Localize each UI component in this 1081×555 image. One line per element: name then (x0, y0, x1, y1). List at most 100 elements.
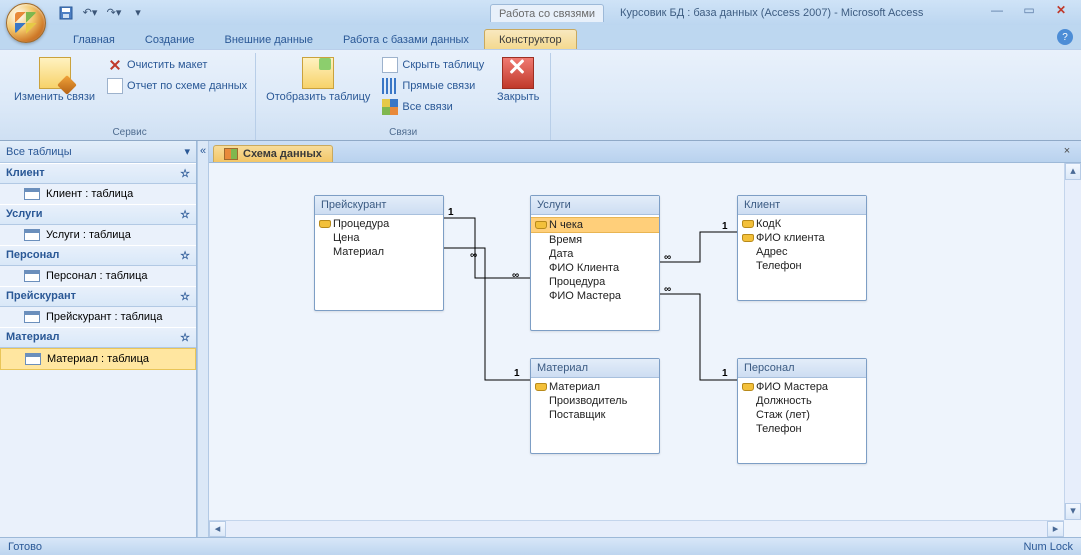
help-button[interactable]: ? (1057, 29, 1073, 45)
table-header[interactable]: Клиент (738, 196, 866, 215)
field[interactable]: Должность (738, 394, 866, 408)
svg-text:∞: ∞ (664, 252, 671, 263)
show-table-button[interactable]: Отобразить таблицу (262, 55, 374, 117)
direct-relationships-button[interactable]: Прямые связи (380, 76, 486, 96)
navigation-pane: Все таблицы ▾ Клиент☆Клиент : таблицаУсл… (0, 141, 197, 537)
nav-item[interactable]: Клиент : таблица (0, 184, 196, 204)
title-bar: ↶▾ ↷▾ ▾ Работа со связями Курсовик БД : … (0, 0, 1081, 25)
table-personal[interactable]: Персонал ФИО МастераДолжностьСтаж (лет)Те… (737, 358, 867, 464)
field[interactable]: Цена (315, 231, 443, 245)
qat-redo-icon[interactable]: ↷▾ (103, 2, 125, 24)
nav-group-header[interactable]: Персонал☆ (0, 245, 196, 266)
group-label-tools: Сервис (10, 126, 249, 140)
field[interactable]: Телефон (738, 422, 866, 436)
document-area: Схема данных × 1∞∞1∞1∞1 ПрейскурантПроце… (209, 141, 1081, 537)
close-icon (502, 57, 534, 89)
window-close-button[interactable]: ✕ (1047, 2, 1075, 18)
tab-external-data[interactable]: Внешние данные (210, 29, 328, 49)
nav-item[interactable]: Услуги : таблица (0, 225, 196, 245)
nav-collapse-button[interactable]: « (197, 141, 209, 537)
nav-item[interactable]: Персонал : таблица (0, 266, 196, 286)
field[interactable]: КодК (738, 217, 866, 231)
tab-home[interactable]: Главная (58, 29, 130, 49)
scroll-up-button[interactable]: ▴ (1065, 163, 1081, 180)
contextual-tab-label: Работа со связями (490, 4, 604, 22)
clear-layout-label: Очистить макет (127, 59, 207, 71)
field[interactable]: Время (531, 233, 659, 247)
clear-layout-button[interactable]: Очистить макет (105, 55, 249, 75)
field[interactable]: ФИО Клиента (531, 261, 659, 275)
status-left: Готово (8, 541, 42, 553)
all-relationships-button[interactable]: Все связи (380, 97, 486, 117)
field[interactable]: Адрес (738, 245, 866, 259)
show-table-label: Отобразить таблицу (266, 91, 370, 103)
relationship-report-label: Отчет по схеме данных (127, 80, 247, 92)
table-uslugi[interactable]: Услуги N чекаВремяДатаФИО КлиентаПроцедур… (530, 195, 660, 331)
document-tab[interactable]: Схема данных (213, 145, 333, 162)
svg-text:1: 1 (722, 368, 728, 379)
svg-text:∞: ∞ (664, 284, 671, 295)
table-header[interactable]: Услуги (531, 196, 659, 215)
document-tab-label: Схема данных (243, 148, 322, 160)
relationships-canvas[interactable]: 1∞∞1∞1∞1 ПрейскурантПроцедураЦенаМатериа… (209, 163, 1081, 537)
table-header[interactable]: Прейскурант (315, 196, 443, 215)
table-header[interactable]: Персонал (738, 359, 866, 378)
tab-design[interactable]: Конструктор (484, 29, 577, 49)
show-table-icon (302, 57, 334, 89)
nav-dropdown-icon[interactable]: ▾ (184, 145, 190, 158)
nav-header[interactable]: Все таблицы ▾ (0, 141, 196, 163)
field[interactable]: Материал (315, 245, 443, 259)
field[interactable]: Поставщик (531, 408, 659, 422)
table-icon (24, 311, 40, 323)
scroll-down-button[interactable]: ▾ (1065, 503, 1081, 520)
nav-item[interactable]: Прейскурант : таблица (0, 307, 196, 327)
field[interactable]: ФИО клиента (738, 231, 866, 245)
horizontal-scrollbar[interactable]: ◂ ▸ (209, 520, 1064, 537)
field[interactable]: Телефон (738, 259, 866, 273)
table-icon (24, 270, 40, 282)
nav-group-header[interactable]: Клиент☆ (0, 163, 196, 184)
svg-text:∞: ∞ (470, 250, 477, 261)
field[interactable]: Стаж (лет) (738, 408, 866, 422)
qat-save-icon[interactable] (55, 2, 77, 24)
field[interactable]: N чека (531, 217, 659, 233)
table-preiskurant[interactable]: Прейскурант ПроцедураЦенаМатериал (314, 195, 444, 311)
close-button[interactable]: Закрыть (492, 55, 544, 117)
nav-header-label: Все таблицы (6, 146, 72, 158)
scroll-left-button[interactable]: ◂ (209, 521, 226, 537)
close-label: Закрыть (497, 91, 539, 103)
field[interactable]: ФИО Мастера (738, 380, 866, 394)
edit-relationships-button[interactable]: Изменить связи (10, 55, 99, 105)
vertical-scrollbar[interactable]: ▴ ▾ (1064, 163, 1081, 520)
relationship-report-button[interactable]: Отчет по схеме данных (105, 76, 249, 96)
document-close-button[interactable]: × (1059, 144, 1075, 160)
tab-create[interactable]: Создание (130, 29, 210, 49)
status-bar: Готово Num Lock (0, 537, 1081, 555)
field[interactable]: Материал (531, 380, 659, 394)
table-material[interactable]: МатериалМатериалПроизводительПоставщик (530, 358, 660, 454)
qat-customize-icon[interactable]: ▾ (127, 2, 149, 24)
table-header[interactable]: Материал (531, 359, 659, 378)
field[interactable]: Процедура (315, 217, 443, 231)
nav-group-header[interactable]: Прейскурант☆ (0, 286, 196, 307)
office-button[interactable] (6, 3, 46, 43)
tab-database-tools[interactable]: Работа с базами данных (328, 29, 484, 49)
nav-item[interactable]: Материал : таблица (0, 348, 196, 370)
scroll-right-button[interactable]: ▸ (1047, 521, 1064, 537)
qat-undo-icon[interactable]: ↶▾ (79, 2, 101, 24)
window-title: Курсовик БД : база данных (Access 2007) … (620, 7, 923, 19)
hide-table-button[interactable]: Скрыть таблицу (380, 55, 486, 75)
nav-group-header[interactable]: Материал☆ (0, 327, 196, 348)
all-rel-icon (382, 99, 398, 115)
nav-group-header[interactable]: Услуги☆ (0, 204, 196, 225)
maximize-button[interactable]: ▭ (1015, 2, 1043, 18)
field[interactable]: Производитель (531, 394, 659, 408)
table-icon (24, 229, 40, 241)
field[interactable]: Процедура (531, 275, 659, 289)
table-klient[interactable]: Клиент КодКФИО клиентаАдресТелефон (737, 195, 867, 301)
field[interactable]: Дата (531, 247, 659, 261)
ribbon-tab-strip: Главная Создание Внешние данные Работа с… (0, 25, 1081, 49)
minimize-button[interactable]: — (983, 2, 1011, 18)
svg-text:∞: ∞ (512, 270, 519, 281)
field[interactable]: ФИО Мастера (531, 289, 659, 303)
